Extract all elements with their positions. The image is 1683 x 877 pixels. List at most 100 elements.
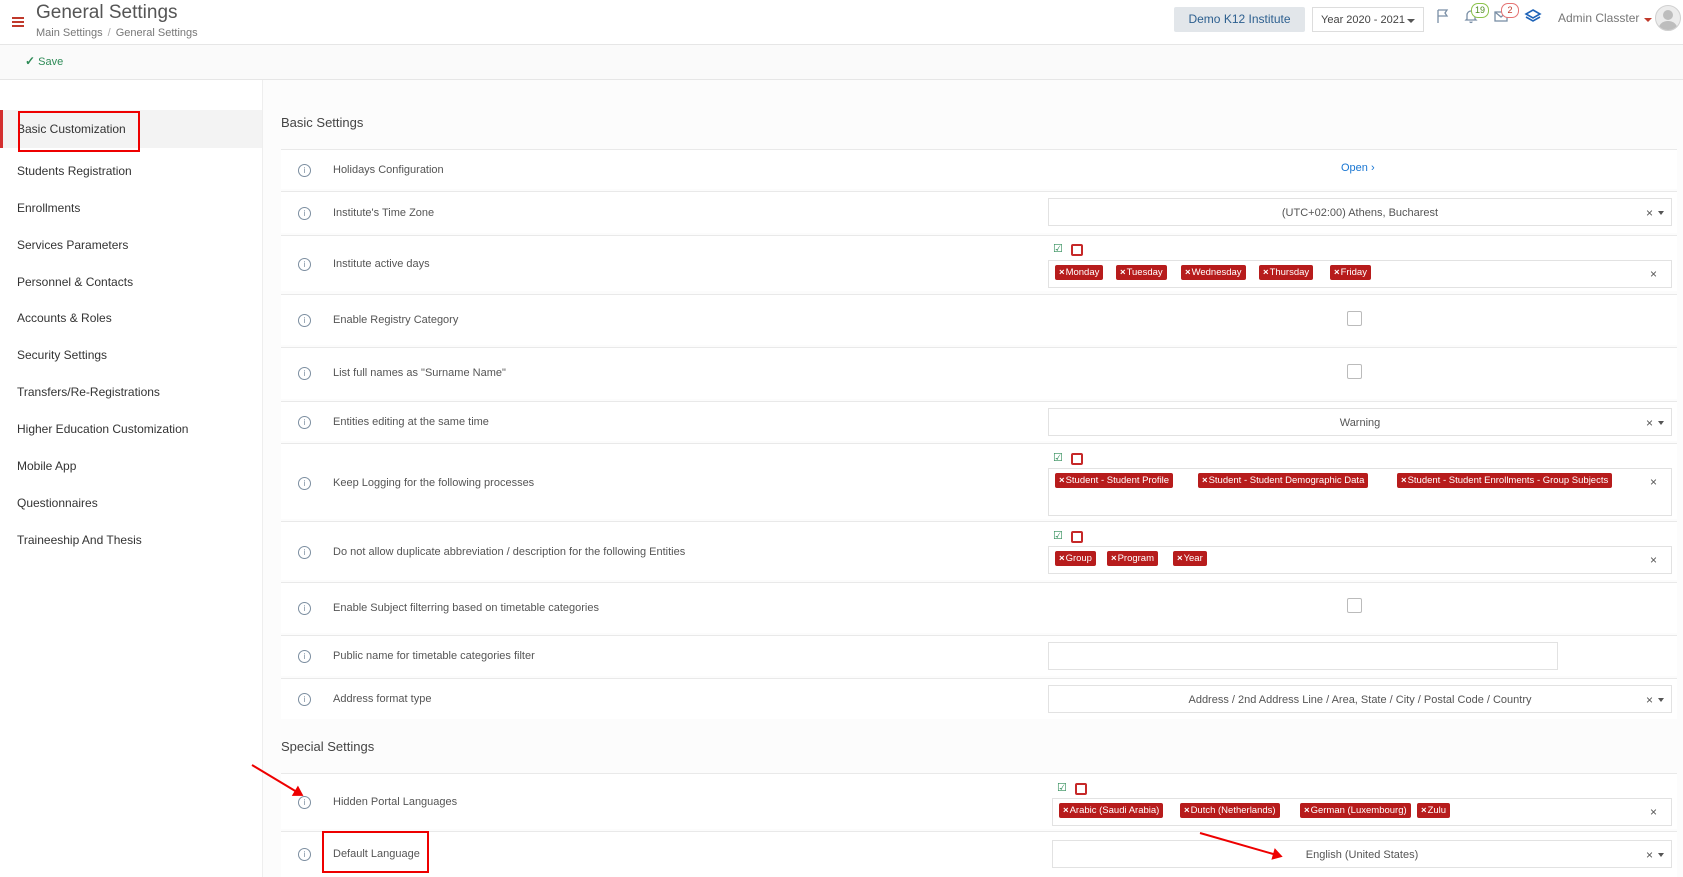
- remove-tag-icon[interactable]: ×: [1421, 805, 1427, 816]
- select-all-icon[interactable]: ☑: [1053, 244, 1063, 255]
- tag-chip[interactable]: ×Student - Student Demographic Data: [1198, 473, 1369, 488]
- remove-tag-icon[interactable]: ×: [1059, 267, 1065, 278]
- address-format-value: Address / 2nd Address Line / Area, State…: [1188, 694, 1532, 706]
- remove-tag-icon[interactable]: ×: [1184, 805, 1190, 816]
- remove-tag-icon[interactable]: ×: [1059, 553, 1065, 564]
- tag-label: Friday: [1340, 267, 1367, 278]
- tag-chip[interactable]: ×Arabic (Saudi Arabia): [1059, 803, 1164, 818]
- chevron-down-icon: [1658, 421, 1664, 425]
- open-holidays-link[interactable]: Open ›: [1341, 162, 1375, 174]
- tag-label: Program: [1117, 553, 1154, 564]
- clear-icon[interactable]: ×: [1650, 553, 1657, 567]
- clear-icon[interactable]: ×: [1646, 686, 1653, 714]
- tag-chip[interactable]: ×Tuesday: [1116, 265, 1167, 280]
- institute-button[interactable]: Demo K12 Institute: [1174, 7, 1305, 32]
- active-days-multiselect[interactable]: ×Monday ×Tuesday ×Wednesday ×Thursday ×F…: [1048, 260, 1672, 288]
- tag-chip[interactable]: ×Group: [1055, 551, 1096, 566]
- sidebar-item-traineeship-thesis[interactable]: Traineeship And Thesis: [0, 523, 262, 557]
- sidebar-item-enrollments[interactable]: Enrollments: [0, 191, 262, 225]
- subject-filtering-checkbox[interactable]: [1347, 598, 1362, 613]
- remove-tag-icon[interactable]: ×: [1334, 267, 1340, 278]
- tag-chip[interactable]: ×Wednesday: [1181, 265, 1246, 280]
- entities-editing-select[interactable]: Warning ×: [1048, 408, 1672, 436]
- duplicate-entities-multiselect[interactable]: ×Group ×Program ×Year ×: [1048, 546, 1672, 574]
- row-label: Entities editing at the same time: [333, 416, 489, 428]
- row-label: List full names as "Surname Name": [333, 367, 506, 379]
- row-hidden-languages: i Hidden Portal Languages ☑ ×Arabic (Sau…: [281, 773, 1677, 829]
- row-address-format: i Address format type Address / 2nd Addr…: [281, 678, 1677, 719]
- sidebar-item-students-registration[interactable]: Students Registration: [0, 154, 262, 188]
- remove-tag-icon[interactable]: ×: [1401, 475, 1407, 486]
- tag-chip[interactable]: ×Friday: [1330, 265, 1371, 280]
- sidebar-item-transfers[interactable]: Transfers/Re-Registrations: [0, 375, 262, 409]
- sidebar-item-higher-education[interactable]: Higher Education Customization: [0, 412, 262, 446]
- deselect-all-icon[interactable]: [1075, 783, 1087, 795]
- tag-label: Dutch (Netherlands): [1190, 805, 1276, 816]
- user-menu-chevron-icon[interactable]: [1644, 18, 1652, 22]
- remove-tag-icon[interactable]: ×: [1304, 805, 1310, 816]
- bell-icon[interactable]: 19: [1460, 3, 1489, 30]
- tag-chip[interactable]: ×Student - Student Profile: [1055, 473, 1174, 488]
- tag-label: Student - Student Demographic Data: [1208, 475, 1365, 486]
- sidebar-item-services-parameters[interactable]: Services Parameters: [0, 228, 262, 262]
- avatar[interactable]: [1655, 5, 1681, 31]
- deselect-all-icon[interactable]: [1071, 531, 1083, 543]
- logging-multiselect[interactable]: ×Student - Student Profile ×Student - St…: [1048, 468, 1672, 516]
- row-public-name: i Public name for timetable categories f…: [281, 635, 1677, 676]
- public-name-input[interactable]: [1048, 642, 1558, 670]
- remove-tag-icon[interactable]: ×: [1059, 475, 1065, 486]
- breadcrumb-general-settings: General Settings: [115, 27, 198, 39]
- user-name[interactable]: Admin Classter: [1558, 11, 1639, 25]
- sidebar-item-mobile-app[interactable]: Mobile App: [0, 449, 262, 483]
- select-all-icon[interactable]: ☑: [1057, 783, 1067, 794]
- select-all-icon[interactable]: ☑: [1053, 453, 1063, 464]
- tag-label: German (Luxembourg): [1310, 805, 1407, 816]
- tag-chip[interactable]: ×Monday: [1055, 265, 1104, 280]
- tag-chip[interactable]: ×Program: [1107, 551, 1158, 566]
- clear-icon[interactable]: ×: [1650, 475, 1657, 489]
- tag-chip[interactable]: ×German (Luxembourg): [1300, 803, 1411, 818]
- deselect-all-icon[interactable]: [1071, 453, 1083, 465]
- sidebar-item-accounts-roles[interactable]: Accounts & Roles: [0, 301, 262, 335]
- save-button[interactable]: ✓ Save: [25, 54, 63, 68]
- deselect-all-icon[interactable]: [1071, 244, 1083, 256]
- layers-icon[interactable]: [1522, 8, 1544, 30]
- tag-chip[interactable]: ×Year: [1173, 551, 1207, 566]
- surname-name-checkbox[interactable]: [1347, 364, 1362, 379]
- remove-tag-icon[interactable]: ×: [1111, 553, 1117, 564]
- clear-icon[interactable]: ×: [1646, 409, 1653, 437]
- select-all-icon[interactable]: ☑: [1053, 531, 1063, 542]
- action-toolbar: ✓ Save: [0, 45, 1683, 80]
- row-entities-editing: i Entities editing at the same time Warn…: [281, 401, 1677, 441]
- clear-icon[interactable]: ×: [1650, 805, 1657, 819]
- sidebar-item-security-settings[interactable]: Security Settings: [0, 338, 262, 372]
- hidden-languages-multiselect[interactable]: ×Arabic (Saudi Arabia) ×Dutch (Netherlan…: [1052, 798, 1672, 826]
- sidebar-item-questionnaires[interactable]: Questionnaires: [0, 486, 262, 520]
- remove-tag-icon[interactable]: ×: [1185, 267, 1191, 278]
- tag-chip[interactable]: ×Dutch (Netherlands): [1180, 803, 1280, 818]
- year-select[interactable]: Year 2020 - 2021: [1312, 7, 1424, 32]
- sidebar-item-personnel-contacts[interactable]: Personnel & Contacts: [0, 265, 262, 299]
- registry-category-checkbox[interactable]: [1347, 311, 1362, 326]
- hamburger-icon[interactable]: [12, 17, 24, 27]
- clear-icon[interactable]: ×: [1646, 199, 1653, 227]
- timezone-select[interactable]: (UTC+02:00) Athens, Bucharest ×: [1048, 198, 1672, 226]
- remove-tag-icon[interactable]: ×: [1063, 805, 1069, 816]
- address-format-select[interactable]: Address / 2nd Address Line / Area, State…: [1048, 685, 1672, 713]
- breadcrumb-main-settings[interactable]: Main Settings: [36, 27, 103, 39]
- tag-label: Student - Student Profile: [1065, 475, 1170, 486]
- tag-chip[interactable]: ×Thursday: [1259, 265, 1314, 280]
- remove-tag-icon[interactable]: ×: [1120, 267, 1126, 278]
- clear-icon[interactable]: ×: [1650, 267, 1657, 281]
- flag-icon[interactable]: [1432, 8, 1454, 30]
- remove-tag-icon[interactable]: ×: [1177, 553, 1183, 564]
- chevron-down-icon: [1658, 698, 1664, 702]
- tag-chip[interactable]: ×Student - Student Enrollments - Group S…: [1397, 473, 1613, 488]
- default-language-select[interactable]: English (United States) ×: [1052, 840, 1672, 868]
- remove-tag-icon[interactable]: ×: [1202, 475, 1208, 486]
- mail-icon[interactable]: 2: [1490, 3, 1519, 30]
- info-icon: i: [298, 650, 311, 663]
- remove-tag-icon[interactable]: ×: [1263, 267, 1269, 278]
- tag-chip[interactable]: ×Zulu: [1417, 803, 1451, 818]
- clear-icon[interactable]: ×: [1646, 841, 1653, 869]
